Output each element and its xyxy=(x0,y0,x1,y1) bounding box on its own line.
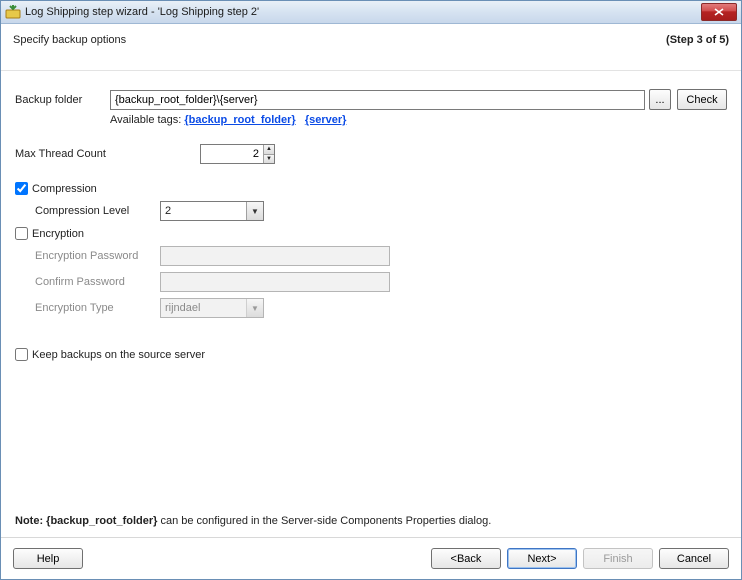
wizard-footer: Help <Back Next> Finish Cancel xyxy=(1,537,741,579)
encryption-checkbox-row: Encryption xyxy=(15,227,727,240)
back-button[interactable]: <Back xyxy=(431,548,501,569)
note-row: Note: {backup_root_folder} can be config… xyxy=(1,515,741,537)
max-thread-row: Max Thread Count ▲ ▼ xyxy=(15,144,727,164)
window-title: Log Shipping step wizard - 'Log Shipping… xyxy=(25,6,259,18)
backup-folder-row: Backup folder ... Check xyxy=(15,89,727,110)
available-tags-row: Available tags: {backup_root_folder} {se… xyxy=(110,114,727,126)
keep-backups-row: Keep backups on the source server xyxy=(15,348,727,361)
backup-folder-label: Backup folder xyxy=(15,94,95,106)
titlebar: Log Shipping step wizard - 'Log Shipping… xyxy=(1,1,741,24)
wizard-header: Specify backup options (Step 3 of 5) xyxy=(1,24,741,71)
encryption-checkbox[interactable] xyxy=(15,227,28,240)
note-tag: {backup_root_folder} xyxy=(46,515,157,527)
wizard-subtitle: Specify backup options xyxy=(13,34,126,46)
encryption-type-row: Encryption Type rijndael ▼ xyxy=(15,298,727,318)
compression-level-row: Compression Level 2 ▼ xyxy=(15,201,727,221)
compression-level-value: 2 xyxy=(161,202,246,220)
compression-level-combo[interactable]: 2 ▼ xyxy=(160,201,264,221)
wizard-window: Log Shipping step wizard - 'Log Shipping… xyxy=(0,0,742,580)
spin-down-button[interactable]: ▼ xyxy=(264,155,274,164)
tag-backup-root-folder[interactable]: {backup_root_folder} xyxy=(184,114,295,126)
confirm-password-input xyxy=(160,272,390,292)
confirm-password-row: Confirm Password xyxy=(15,272,727,292)
encryption-type-value: rijndael xyxy=(161,299,246,317)
tags-prefix: Available tags: xyxy=(110,114,184,126)
close-button[interactable] xyxy=(701,3,737,21)
note-prefix: Note: xyxy=(15,515,46,527)
encryption-type-combo: rijndael ▼ xyxy=(160,298,264,318)
max-thread-label: Max Thread Count xyxy=(15,148,185,160)
chevron-down-icon: ▼ xyxy=(246,299,263,317)
spin-up-button[interactable]: ▲ xyxy=(264,145,274,155)
encryption-password-label: Encryption Password xyxy=(35,250,160,262)
encryption-type-label: Encryption Type xyxy=(35,302,160,314)
wizard-step-indicator: (Step 3 of 5) xyxy=(666,34,729,46)
finish-button: Finish xyxy=(583,548,653,569)
encryption-password-row: Encryption Password xyxy=(15,246,727,266)
cancel-button[interactable]: Cancel xyxy=(659,548,729,569)
app-icon xyxy=(5,4,21,20)
chevron-down-icon: ▼ xyxy=(246,202,263,220)
tag-server[interactable]: {server} xyxy=(305,114,347,126)
compression-level-label: Compression Level xyxy=(35,205,160,217)
keep-backups-label: Keep backups on the source server xyxy=(32,349,205,361)
check-button[interactable]: Check xyxy=(677,89,727,110)
compression-checkbox[interactable] xyxy=(15,182,28,195)
backup-folder-input[interactable] xyxy=(110,90,645,110)
max-thread-spinner[interactable]: ▲ ▼ xyxy=(200,144,275,164)
max-thread-input[interactable] xyxy=(201,145,263,163)
note-suffix: can be configured in the Server-side Com… xyxy=(157,515,491,527)
encryption-checkbox-label: Encryption xyxy=(32,228,84,240)
compression-checkbox-row: Compression xyxy=(15,182,727,195)
compression-checkbox-label: Compression xyxy=(32,183,97,195)
browse-button[interactable]: ... xyxy=(649,89,671,110)
wizard-content: Backup folder ... Check Available tags: … xyxy=(1,71,741,515)
next-button[interactable]: Next> xyxy=(507,548,577,569)
keep-backups-checkbox[interactable] xyxy=(15,348,28,361)
confirm-password-label: Confirm Password xyxy=(35,276,160,288)
help-button[interactable]: Help xyxy=(13,548,83,569)
encryption-password-input xyxy=(160,246,390,266)
